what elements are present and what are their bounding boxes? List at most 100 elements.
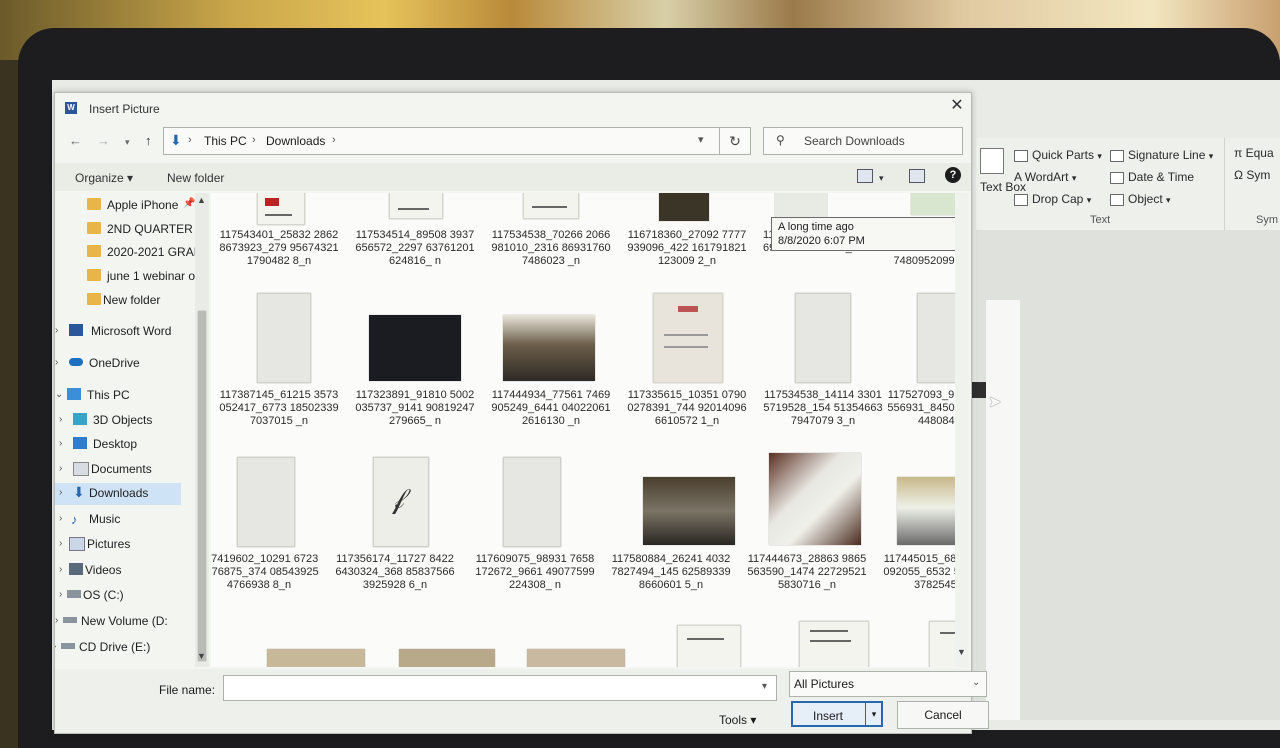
file-thumbnail[interactable] bbox=[929, 621, 955, 667]
insert-button[interactable]: Insert ▾ bbox=[791, 701, 883, 727]
nav-item-new-folder[interactable]: New folder bbox=[85, 290, 195, 312]
file-item[interactable]: 117543401_25832 28628673923_279 95674321… bbox=[219, 193, 339, 293]
file-item[interactable]: 117419602_10291 67230876875_374 08543925… bbox=[211, 455, 319, 605]
nav-item-onedrive[interactable]: › OneDrive bbox=[55, 353, 195, 375]
scroll-up-icon[interactable]: ▲ bbox=[197, 195, 206, 205]
file-name-dropdown-icon[interactable]: ▾ bbox=[762, 681, 767, 692]
file-item[interactable]: 117580884_26241 40327827494_145 62589339… bbox=[611, 455, 735, 605]
address-dropdown-icon[interactable]: ▾ bbox=[698, 133, 704, 146]
word-icon bbox=[69, 324, 83, 336]
file-thumbnail[interactable] bbox=[677, 625, 741, 667]
signature-line-button[interactable]: Signature Line ▾ bbox=[1110, 148, 1213, 162]
cancel-button[interactable]: Cancel bbox=[897, 701, 989, 729]
expand-chevron-icon[interactable]: › bbox=[59, 487, 69, 498]
expand-chevron-icon[interactable]: › bbox=[59, 463, 69, 474]
scroll-down-icon[interactable]: ▼ bbox=[197, 651, 206, 661]
expand-chevron-icon[interactable]: › bbox=[55, 325, 65, 336]
forward-arrow-icon[interactable]: → bbox=[97, 133, 110, 148]
file-thumbnail[interactable] bbox=[399, 649, 495, 667]
breadcrumb-chevron-icon[interactable]: › bbox=[252, 134, 256, 146]
nav-item-downloads[interactable]: › ⬇ Downloads bbox=[55, 483, 181, 505]
scrollbar-thumb[interactable] bbox=[198, 311, 206, 661]
breadcrumb-chevron-icon[interactable]: › bbox=[332, 134, 336, 146]
nav-item-os-c[interactable]: › OS (C:) bbox=[55, 585, 195, 607]
file-thumbnail[interactable] bbox=[527, 649, 625, 667]
file-item[interactable]: 117534538_14114 33015719528_154 51354663… bbox=[763, 293, 883, 443]
tools-button[interactable]: Tools ▾ bbox=[719, 713, 756, 727]
quick-parts-button[interactable]: Quick Parts ▾ bbox=[1014, 148, 1102, 162]
document-page[interactable] bbox=[986, 300, 1020, 720]
drop-cap-button[interactable]: Drop Cap ▾ bbox=[1014, 192, 1091, 206]
nav-item-videos[interactable]: › Videos bbox=[55, 560, 195, 582]
date-time-button[interactable]: Date & Time bbox=[1110, 170, 1194, 184]
breadcrumb-this-pc[interactable]: This PC bbox=[204, 134, 247, 148]
file-item[interactable]: 117323891_91810 5002035737_9141 90819247… bbox=[355, 293, 475, 443]
equation-button[interactable]: π Equa bbox=[1234, 146, 1274, 160]
expand-chevron-icon[interactable]: › bbox=[59, 564, 69, 575]
downloads-location-icon: ⬇ bbox=[170, 132, 182, 148]
help-icon[interactable]: ? bbox=[945, 167, 961, 183]
text-box-icon[interactable] bbox=[980, 148, 1004, 174]
expand-chevron-icon[interactable]: › bbox=[59, 513, 69, 524]
file-item[interactable]: 117387145_61215 3573052417_6773 18502339… bbox=[219, 293, 339, 443]
nav-item-this-pc[interactable]: ⌄ This PC bbox=[55, 385, 195, 407]
refresh-icon[interactable]: ↻ bbox=[719, 127, 751, 155]
nav-item-microsoft-word[interactable]: › Microsoft Word bbox=[55, 321, 195, 343]
file-thumbnail[interactable] bbox=[267, 649, 365, 667]
breadcrumb-chevron-icon[interactable]: › bbox=[188, 134, 192, 146]
file-thumbnail bbox=[257, 193, 305, 225]
nav-item-june-webinar[interactable]: june 1 webinar o bbox=[85, 266, 195, 288]
file-name: 117527093_91603 9425556931_8450 49628444… bbox=[887, 389, 955, 427]
recent-locations-chevron-icon[interactable]: ▾ bbox=[125, 137, 130, 148]
omega-icon: Ω bbox=[1234, 168, 1247, 182]
file-thumbnail[interactable] bbox=[799, 621, 869, 667]
file-item[interactable]: 117444673_28863 9865563590_1474 22729521… bbox=[747, 453, 867, 605]
file-item[interactable]: 𝒻 117356174_11727 84226430324_368 858375… bbox=[335, 455, 455, 605]
nav-item-2020-2021-grad[interactable]: 2020-2021 GRAD bbox=[85, 242, 195, 264]
nav-item-pictures[interactable]: › Pictures bbox=[55, 534, 195, 556]
navigation-scrollbar[interactable]: ▲ ▼ bbox=[195, 193, 209, 667]
nav-item-desktop[interactable]: › Desktop bbox=[55, 434, 195, 456]
change-view-icon[interactable] bbox=[857, 169, 873, 183]
back-arrow-icon[interactable]: ← bbox=[69, 133, 82, 148]
new-folder-button[interactable]: New folder bbox=[167, 171, 224, 185]
nav-item-3d-objects[interactable]: › 3D Objects bbox=[55, 410, 195, 432]
nav-item-2nd-quarter[interactable]: 2ND QUARTER bbox=[85, 219, 195, 241]
scroll-down-icon[interactable]: ▼ bbox=[957, 647, 966, 657]
collapse-chevron-icon[interactable]: ⌄ bbox=[55, 389, 65, 400]
breadcrumb-downloads[interactable]: Downloads bbox=[266, 134, 325, 148]
nav-item-music[interactable]: › ♪ Music bbox=[55, 509, 195, 531]
file-item[interactable]: 116718360_27092 7777939096_422 161791821… bbox=[627, 193, 747, 293]
object-button[interactable]: Object ▾ bbox=[1110, 192, 1171, 206]
file-name-input[interactable]: ▾ bbox=[223, 675, 777, 701]
symbol-button[interactable]: Ω Sym bbox=[1234, 168, 1270, 182]
nav-item-documents[interactable]: › Documents bbox=[55, 459, 195, 481]
close-icon[interactable]: ✕ bbox=[945, 95, 969, 115]
search-input[interactable]: ⚲ Search Downloads bbox=[763, 127, 963, 155]
expand-chevron-icon[interactable]: › bbox=[55, 357, 65, 368]
file-item[interactable]: 117335615_10351 07900278391_744 92014096… bbox=[627, 293, 747, 443]
expand-chevron-icon[interactable]: › bbox=[59, 538, 69, 549]
file-item[interactable]: 117445015_68162 1839092055_6532 50994945… bbox=[883, 455, 955, 605]
object-icon bbox=[1110, 193, 1124, 206]
file-grid-scrollbar[interactable]: ▼ bbox=[955, 193, 969, 667]
file-type-select[interactable]: All Pictures ⌄ bbox=[789, 671, 987, 697]
up-arrow-icon[interactable]: ↑ bbox=[145, 133, 152, 148]
expand-chevron-icon[interactable]: › bbox=[59, 438, 69, 449]
nav-item-apple-iphone[interactable]: Apple iPhone 📌 bbox=[85, 195, 195, 217]
preview-pane-icon[interactable] bbox=[909, 169, 925, 183]
nav-item-new-volume-d[interactable]: › New Volume (D: bbox=[55, 611, 195, 633]
file-item[interactable]: 117527093_91603 9425556931_8450 49628444… bbox=[887, 293, 955, 443]
organize-button[interactable]: Organize ▾ bbox=[75, 171, 133, 185]
nav-item-cd-drive-e[interactable]: ›CD Drive (E:) bbox=[55, 637, 195, 659]
address-bar[interactable]: ⬇ › This PC › Downloads › ▾ bbox=[163, 127, 721, 155]
expand-chevron-icon[interactable]: › bbox=[59, 414, 69, 425]
file-item[interactable]: 117534538_70266 2066981010_2316 86931760… bbox=[491, 193, 611, 293]
insert-dropdown-icon[interactable]: ▾ bbox=[865, 703, 882, 725]
wordart-button[interactable]: A WordArt ▾ bbox=[1014, 170, 1076, 184]
file-thumbnail bbox=[503, 457, 561, 547]
file-item[interactable]: 117609075_98931 7658172672_9661 49077599… bbox=[475, 455, 595, 605]
file-item[interactable]: 117444934_77561 7469905249_6441 04022061… bbox=[491, 293, 611, 443]
view-options-chevron-icon[interactable]: ▾ bbox=[879, 173, 884, 184]
file-item[interactable]: 117534514_89508 3937656572_2297 63761201… bbox=[355, 193, 475, 293]
